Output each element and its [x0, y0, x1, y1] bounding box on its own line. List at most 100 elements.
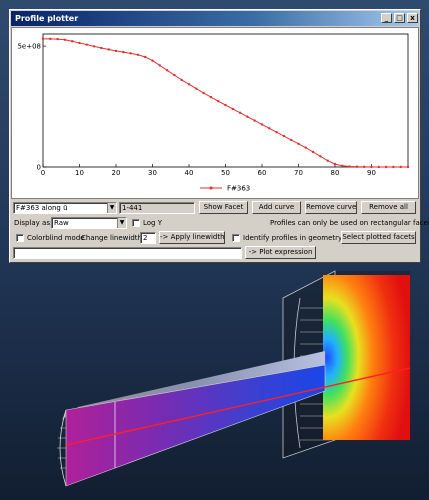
chevron-down-icon[interactable]: ▼ — [107, 203, 116, 213]
legend-label: F#363 — [227, 185, 250, 193]
remove-all-button[interactable]: Remove all — [361, 201, 416, 214]
data-point — [304, 146, 307, 149]
colorblind-label: Colorblind mode — [27, 234, 85, 242]
data-point — [224, 103, 227, 107]
display-as-label: Display as: — [14, 219, 53, 227]
x-tick-label: 10 — [75, 169, 84, 177]
data-point — [246, 115, 249, 118]
x-tick-label: 20 — [112, 169, 121, 177]
identify-profiles-checkbox[interactable] — [232, 234, 240, 242]
data-point — [144, 55, 147, 59]
geometry-3d-view[interactable] — [0, 268, 429, 500]
rectangular-note: Profiles can only be used on rectangular… — [270, 219, 429, 227]
profile-select-value: F#363 along ū — [16, 204, 68, 212]
log-y-checkbox[interactable] — [132, 219, 140, 227]
x-tick-label: 0 — [41, 169, 45, 177]
chevron-down-icon[interactable]: ▼ — [117, 218, 126, 228]
show-facet-button[interactable]: Show Facet — [199, 201, 248, 214]
data-point — [195, 87, 198, 90]
data-point — [253, 119, 256, 122]
range-field: 1-441 — [119, 202, 195, 214]
data-point — [78, 41, 81, 45]
data-point — [49, 37, 52, 41]
close-button[interactable]: x — [407, 13, 418, 23]
data-point — [326, 159, 329, 162]
add-curve-button[interactable]: Add curve — [252, 201, 301, 214]
x-tick-label: 30 — [148, 169, 157, 177]
data-point — [355, 165, 359, 168]
data-point — [187, 83, 191, 86]
display-as-select[interactable]: Raw ▼ — [51, 217, 127, 229]
data-point — [217, 100, 220, 103]
data-point — [260, 123, 264, 126]
x-tick-label: 70 — [294, 169, 303, 177]
profile-plotter-window: Profile plotter _ □ x 0 10 20 30 40 50 60 70 80 9… — [9, 9, 429, 263]
data-point — [231, 107, 234, 111]
data-point — [268, 127, 271, 130]
data-point — [275, 130, 278, 134]
data-point — [282, 134, 286, 138]
data-point — [114, 49, 118, 53]
title-bar[interactable]: Profile plotter _ □ x — [11, 11, 419, 26]
log-y-label: Log Y — [143, 219, 163, 227]
colorblind-checkbox[interactable] — [16, 234, 24, 242]
maximize-button[interactable]: □ — [394, 13, 405, 23]
x-tick-label: 80 — [331, 169, 340, 177]
x-tick-label: 50 — [221, 169, 230, 177]
display-as-value: Raw — [54, 219, 69, 227]
data-point — [165, 69, 169, 72]
y-tick-label: 5e+08 — [17, 43, 41, 51]
range-value: 1-441 — [122, 204, 143, 212]
profile-chart: 0 10 20 30 40 50 60 70 80 90 0 5e+08 F#363 — [17, 33, 410, 193]
data-point — [399, 165, 402, 169]
data-point — [100, 46, 103, 50]
change-linewidth-label: Change linewidth: — [81, 234, 145, 242]
x-tick-label: 90 — [367, 169, 376, 177]
data-point — [180, 78, 183, 82]
data-point — [92, 45, 96, 48]
legend-marker — [209, 186, 213, 190]
data-point — [158, 64, 161, 67]
data-point — [311, 150, 315, 154]
data-point — [290, 138, 293, 142]
profile-select[interactable]: F#363 along ū ▼ — [13, 202, 117, 214]
apply-linewidth-button[interactable]: -> Apply linewidth — [159, 231, 225, 244]
data-point — [341, 164, 344, 167]
plot-border — [42, 33, 409, 168]
data-point — [377, 165, 380, 169]
data-point — [384, 165, 388, 169]
data-point — [136, 53, 140, 56]
data-point — [107, 48, 110, 51]
data-point — [370, 165, 373, 169]
data-point — [363, 165, 366, 169]
data-point — [41, 37, 45, 41]
data-point — [122, 50, 125, 54]
plot-expression-button[interactable]: -> Plot expression — [245, 246, 316, 259]
identify-profiles-label: Identify profiles in geometry — [243, 234, 343, 242]
data-point — [238, 111, 242, 115]
expression-input[interactable] — [13, 247, 242, 259]
data-point — [319, 155, 322, 158]
data-point — [63, 38, 67, 42]
data-point — [406, 165, 410, 169]
x-tick-label: 40 — [185, 169, 194, 177]
remove-curve-button[interactable]: Remove curve — [305, 201, 357, 214]
data-point — [202, 91, 205, 95]
data-point — [173, 73, 176, 77]
y-tick-label: 0 — [37, 164, 41, 172]
linewidth-value: 2 — [143, 234, 148, 242]
data-point — [151, 59, 154, 62]
plot-area[interactable]: 0 10 20 30 40 50 60 70 80 90 0 5e+08 F#363 — [11, 27, 419, 199]
data-point — [348, 165, 351, 168]
data-point — [392, 165, 395, 169]
select-plotted-facets-button[interactable]: Select plotted facets — [341, 231, 416, 244]
x-tick-label: 60 — [258, 169, 267, 177]
window-title: Profile plotter — [15, 14, 79, 23]
cooling-channel-model — [57, 270, 411, 487]
minimize-button[interactable]: _ — [381, 13, 392, 23]
data-point — [85, 43, 89, 46]
data-point — [297, 142, 300, 145]
linewidth-input[interactable]: 2 — [140, 232, 156, 244]
data-point — [209, 95, 213, 99]
data-point — [129, 52, 132, 55]
